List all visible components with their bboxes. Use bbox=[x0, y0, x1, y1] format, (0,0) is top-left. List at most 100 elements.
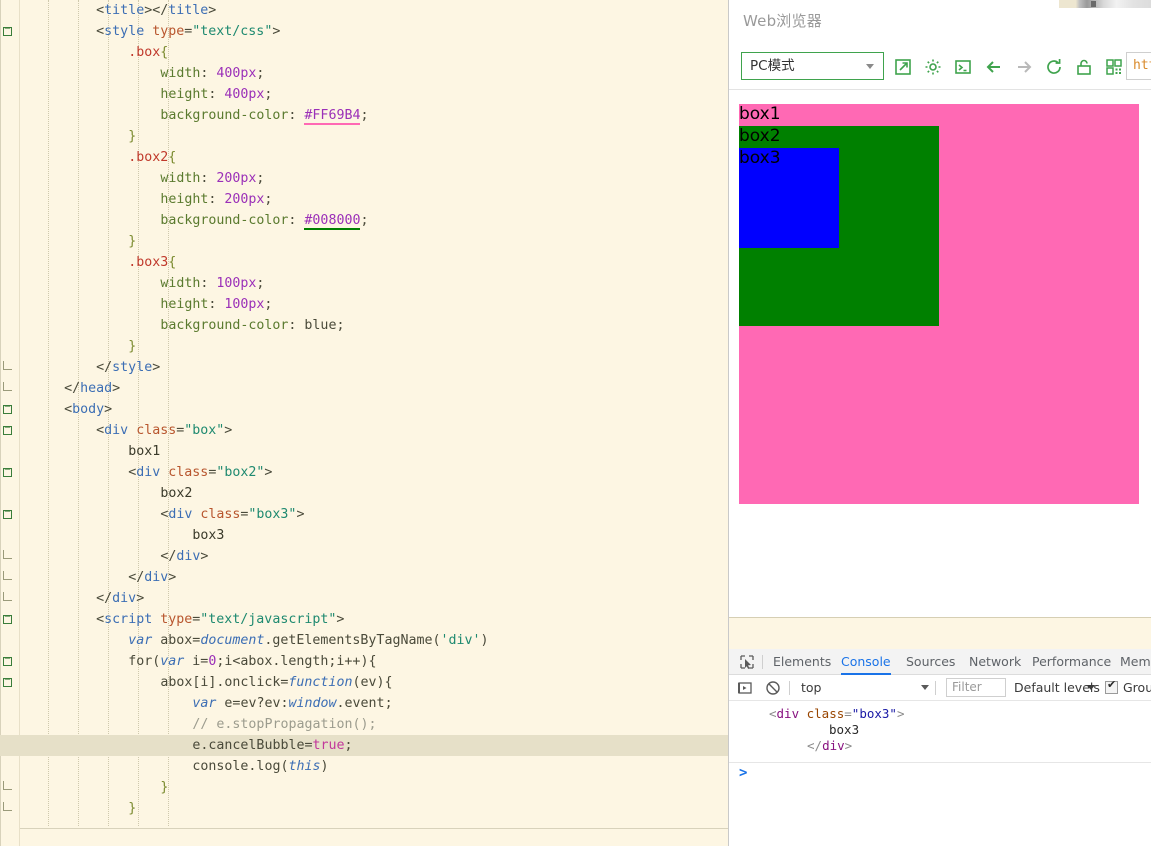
gear-icon[interactable] bbox=[922, 56, 944, 78]
code-token: document bbox=[200, 633, 265, 648]
code-line[interactable]: } bbox=[128, 126, 136, 147]
fold-end-icon[interactable] bbox=[3, 592, 12, 601]
code-token: e.cancelBubble= bbox=[192, 738, 313, 753]
device-mode-select[interactable]: PC模式 bbox=[741, 52, 884, 80]
console-token: </ bbox=[807, 738, 823, 753]
code-line[interactable]: background-color: blue; bbox=[160, 315, 344, 336]
code-line[interactable]: background-color: #008000; bbox=[160, 210, 368, 231]
fold-end-icon[interactable] bbox=[3, 802, 12, 811]
fold-collapse-icon[interactable] bbox=[3, 510, 12, 519]
code-token: box1 bbox=[128, 444, 161, 459]
code-line[interactable]: <script type="text/javascript"> bbox=[96, 609, 344, 630]
code-line[interactable]: width: 200px; bbox=[160, 168, 264, 189]
fold-collapse-icon[interactable] bbox=[3, 468, 12, 477]
devtools-tab-performance[interactable]: Performance bbox=[1032, 649, 1111, 675]
console-filter-bar: top Filter Default levels Group bbox=[729, 675, 1151, 701]
fold-collapse-icon[interactable] bbox=[3, 678, 12, 687]
back-arrow-icon[interactable] bbox=[983, 56, 1005, 78]
code-line[interactable]: var e=ev?ev:window.event; bbox=[192, 693, 392, 714]
fold-collapse-icon[interactable] bbox=[3, 426, 12, 435]
preview-box3[interactable]: box3 bbox=[739, 148, 839, 248]
code-line[interactable]: // e.stopPropagation(); bbox=[192, 714, 376, 735]
fold-end-icon[interactable] bbox=[3, 550, 12, 559]
code-line[interactable]: height: 400px; bbox=[160, 84, 272, 105]
code-line[interactable]: abox[i].onclick=function(ev){ bbox=[160, 672, 392, 693]
levels-chevron-down-icon[interactable] bbox=[1087, 685, 1095, 690]
code-line[interactable]: .box{ bbox=[128, 42, 168, 63]
reload-icon[interactable] bbox=[1043, 56, 1065, 78]
code-line[interactable]: } bbox=[160, 777, 168, 798]
code-line[interactable]: </div> bbox=[160, 546, 208, 567]
console-filter-input[interactable]: Filter bbox=[946, 678, 1006, 697]
fold-end-icon[interactable] bbox=[3, 781, 12, 790]
code-line[interactable]: box2 bbox=[160, 483, 192, 504]
code-line[interactable]: e.cancelBubble=true; bbox=[192, 735, 352, 756]
code-line[interactable]: </div> bbox=[96, 588, 144, 609]
code-line[interactable]: } bbox=[128, 231, 136, 252]
page-preview-viewport[interactable]: box1 box2 box3 bbox=[729, 90, 1151, 617]
fold-end-icon[interactable] bbox=[3, 382, 12, 391]
code-line[interactable]: </div> bbox=[128, 567, 176, 588]
devtools-tab-bar: Elements Console Sources Network Performance… bbox=[729, 649, 1151, 675]
devtools-tab-memory[interactable]: Memory bbox=[1120, 649, 1151, 675]
code-token: class bbox=[200, 507, 241, 522]
code-line[interactable]: .box2{ bbox=[128, 147, 176, 168]
fold-collapse-icon[interactable] bbox=[3, 27, 12, 36]
code-token: } bbox=[128, 801, 137, 816]
code-line[interactable]: background-color: #FF69B4; bbox=[160, 105, 368, 126]
code-line[interactable]: width: 400px; bbox=[160, 63, 264, 84]
devtools-tab-elements[interactable]: Elements bbox=[773, 649, 831, 675]
qr-code-icon[interactable] bbox=[1103, 56, 1125, 78]
preview-box1[interactable]: box1 box2 box3 bbox=[739, 104, 1139, 504]
window-controls-strip[interactable] bbox=[1059, 0, 1151, 8]
code-line[interactable]: for(var i=0;i<abox.length;i++){ bbox=[128, 651, 376, 672]
console-input-prompt[interactable]: > bbox=[729, 763, 1151, 785]
code-editor-panel[interactable]: <title></title><style type="text/css">.b… bbox=[0, 0, 728, 846]
unlock-icon[interactable] bbox=[1073, 56, 1095, 78]
devtools-tab-sources[interactable]: Sources bbox=[906, 649, 955, 675]
fold-collapse-icon[interactable] bbox=[3, 615, 12, 624]
context-chevron-down-icon[interactable] bbox=[921, 685, 929, 690]
url-input[interactable]: http bbox=[1126, 52, 1151, 80]
code-line[interactable]: <style type="text/css"> bbox=[96, 21, 280, 42]
clear-console-icon[interactable] bbox=[765, 680, 781, 696]
code-line[interactable]: } bbox=[128, 336, 136, 357]
console-context-select[interactable]: top bbox=[801, 675, 821, 701]
code-token: body bbox=[72, 402, 105, 417]
devtools-tab-console[interactable]: Console bbox=[841, 649, 891, 675]
code-token: div bbox=[144, 570, 169, 585]
group-similar-checkbox[interactable] bbox=[1105, 679, 1118, 694]
code-line[interactable]: console.log(this) bbox=[192, 756, 328, 777]
code-text-area[interactable]: <title></title> <style type="text/css"> .b… bbox=[0, 0, 728, 846]
device-mode-value: PC模式 bbox=[750, 58, 795, 74]
fold-end-icon[interactable] bbox=[3, 361, 12, 370]
devtools-tab-network[interactable]: Network bbox=[969, 649, 1021, 675]
code-line[interactable]: <div class="box3"> bbox=[160, 504, 304, 525]
code-line[interactable]: height: 100px; bbox=[160, 294, 272, 315]
code-line[interactable]: } bbox=[128, 798, 136, 819]
code-line[interactable]: <div class="box2"> bbox=[128, 462, 272, 483]
code-line[interactable]: </head> bbox=[64, 378, 120, 399]
console-log-line: <div class="box3"> bbox=[769, 707, 904, 721]
code-line[interactable]: </style> bbox=[96, 357, 160, 378]
inspect-element-icon[interactable] bbox=[738, 653, 756, 671]
code-line[interactable]: .box3{ bbox=[128, 252, 176, 273]
editor-gutter[interactable] bbox=[0, 0, 20, 846]
code-line[interactable]: box3 bbox=[192, 525, 224, 546]
preview-box2[interactable]: box2 box3 bbox=[739, 126, 939, 326]
code-line[interactable]: <title></title> bbox=[96, 0, 216, 21]
code-line[interactable]: height: 200px; bbox=[160, 189, 272, 210]
code-line[interactable]: box1 bbox=[128, 441, 160, 462]
code-line[interactable]: <body> bbox=[64, 399, 112, 420]
fold-end-icon[interactable] bbox=[3, 571, 12, 580]
code-line[interactable]: var abox=document.getElementsByTagName('… bbox=[128, 630, 488, 651]
fold-collapse-icon[interactable] bbox=[3, 405, 12, 414]
fold-collapse-icon[interactable] bbox=[3, 657, 12, 666]
execute-context-icon[interactable] bbox=[737, 680, 753, 696]
terminal-icon[interactable] bbox=[952, 56, 974, 78]
console-output-area[interactable]: <div class="box3"> box3 </div> bbox=[729, 701, 1151, 763]
code-line[interactable]: width: 100px; bbox=[160, 273, 264, 294]
code-line[interactable]: <div class="box"> bbox=[96, 420, 232, 441]
preview-box3-label: box3 bbox=[739, 148, 781, 168]
open-external-icon[interactable] bbox=[892, 56, 914, 78]
